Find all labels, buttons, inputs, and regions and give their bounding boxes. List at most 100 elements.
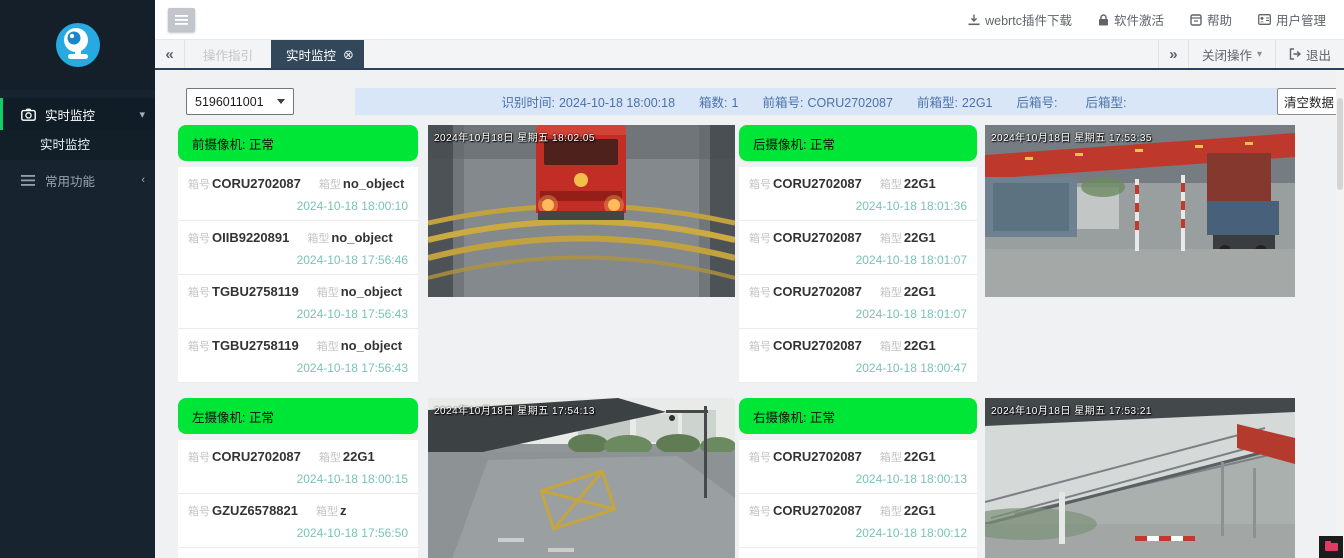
box-type-value: 22G1 [343,449,375,464]
scrollbar-thumb[interactable] [1337,98,1343,190]
webrtc-plugin-download-link[interactable]: webrtc插件下载 [968,10,1072,29]
box-type-label: 箱型 [880,503,902,519]
link-label: webrtc插件下载 [985,10,1072,29]
rear-camera-video[interactable]: 2024年10月18日 星期五 17:53:35 [985,125,1295,297]
sidebar-toggle-button[interactable] [168,8,195,32]
tabs-scroll-left-button[interactable]: « [155,40,185,68]
record-timestamp: 2024-10-18 18:01:36 [749,199,967,213]
app-root: 实时监控 ▾ 实时监控 常用功能 ‹ webrtc插件下载 [0,0,1344,558]
record-info: 箱号CORU2702087箱型22G1 [188,449,408,465]
software-activation-link[interactable]: 软件激活 [1098,10,1164,29]
record-row[interactable]: 箱号CORU2702087箱型22G12024-10-18 18:01:07 [739,221,977,275]
box-no-label: 箱号 [188,176,210,192]
front-camera-record-list: 箱号CORU2702087箱型no_object 2024-10-18 18:00… [178,167,418,383]
menu-icon [21,175,37,186]
record-row[interactable]: 箱号TGBU2758119箱型no_object2024-10-18 17:56… [178,329,418,383]
box-no-value: CORU2702087 [773,176,862,191]
box-type-value: no_object [341,284,402,299]
box-type-value: 22G1 [904,284,936,299]
box-no-label: 箱号 [188,503,210,519]
floating-widget[interactable] [1319,536,1343,558]
right-camera-video[interactable]: 2024年10月18日 星期五 17:53:21 [985,398,1295,558]
box-no-label: 箱号 [749,230,771,246]
download-icon [968,14,980,26]
record-info: 箱号CORU2702087箱型22G1 [749,176,967,192]
close-operations-dropdown[interactable]: 关闭操作 ▾ [1188,40,1275,68]
box-no-value: CORU2702087 [773,284,862,299]
record-row[interactable]: 箱号CORU2702087箱型22G12024-10-18 18:01:07 [739,275,977,329]
left-camera-video[interactable]: 2024年10月18日 星期五 17:54:13 [428,398,735,558]
box-type-label: 箱型 [880,449,902,465]
rear-camera-panel: 后摄像机: 正常 箱号CORU2702087箱型22G12024-10-18 1… [739,125,977,383]
box-no-value: TGBU2758119 [212,338,299,353]
sidebar-nav: 实时监控 ▾ 实时监控 常用功能 ‹ [0,98,155,196]
sidebar-item-realtime-monitor[interactable]: 实时监控 ▾ [0,98,155,130]
record-row[interactable]: 箱号OIIB9220891箱型no_object2024-10-18 17:56… [178,221,418,275]
video-timestamp-overlay: 2024年10月18日 星期五 18:02:05 [434,129,595,144]
record-timestamp: 2024-10-18 17:56:46 [188,253,408,267]
record-row[interactable]: 箱号CORU2702087箱型22G1 2024-10-18 18:01:36 [739,167,977,221]
record-info: 箱号CORU2702087箱型22G1 [749,230,967,246]
record-row[interactable]: 箱号CORU2702087箱型22G12024-10-18 18:00:13 [739,440,977,494]
record-timestamp: 2024-10-18 18:00:47 [749,361,967,375]
box-no-label: 箱号 [749,503,771,519]
rear-camera-video-frame [985,125,1295,297]
box-no-label: 箱号 [188,230,210,246]
vertical-scrollbar[interactable] [1336,70,1344,558]
close-operations-label: 关闭操作 [1202,45,1252,64]
record-row[interactable]: 箱号CORU2702087箱型22G12024-10-18 18:00:15 [178,440,418,494]
info-field-box-count: 箱数:1 [699,92,738,111]
box-type-value: 22G1 [904,230,936,245]
record-row[interactable]: 箱号TGBU2758119箱型no_object2024-10-18 17:56… [178,275,418,329]
help-link[interactable]: 帮助 [1190,10,1232,29]
record-row[interactable]: 箱号CORU2702087箱型no_object 2024-10-18 18:00… [178,167,418,221]
box-no-label: 箱号 [188,449,210,465]
chevron-left-icon: ‹ [141,174,145,186]
record-row[interactable]: 箱号CORU2702087箱型22G12024-10-18 18:00:12 [739,494,977,548]
controls-row: 5196011001 识别时间:2024-10-18 18:00:18 箱数:1… [186,88,1341,115]
app-logo [0,0,155,90]
user-management-link[interactable]: 用户管理 [1258,10,1326,29]
lock-icon [1098,14,1109,26]
sidebar-item-common-functions[interactable]: 常用功能 ‹ [0,164,155,196]
chevron-down-icon: ▾ [139,108,145,121]
box-no-value: CORU2702087 [773,503,862,518]
box-type-value: 22G1 [904,338,936,353]
right-camera-status-banner: 右摄像机: 正常 [739,398,977,434]
header-links: webrtc插件下载 软件激活 帮助 用户管理 [968,10,1344,29]
record-info: 箱号CORU2702087箱型22G1 [749,338,967,354]
record-timestamp: 2024-10-18 18:00:10 [188,199,408,213]
help-icon [1190,14,1202,26]
tab-realtime-monitor[interactable]: 实时监控 ⊗ [271,40,364,68]
tab-close-icon[interactable]: ⊗ [343,48,354,61]
right-camera-panel: 右摄像机: 正常 箱号CORU2702087箱型22G12024-10-18 1… [739,398,977,558]
rear-camera-record-list: 箱号CORU2702087箱型22G12024-10-18 18:01:36箱号… [739,167,977,383]
box-no-label: 箱号 [749,449,771,465]
tabs-scroll-right-button[interactable]: » [1158,40,1188,68]
record-timestamp: 2024-10-18 18:00:13 [749,472,967,486]
box-no-value: TGBU2758119 [212,284,299,299]
sidebar-subitem-realtime-monitor[interactable]: 实时监控 [0,130,155,160]
link-label: 用户管理 [1276,10,1326,29]
sidebar-item-label: 常用功能 [45,171,95,190]
tab-operation-guide[interactable]: 操作指引 [185,40,271,68]
record-row[interactable]: 箱号CORU2702087箱型22G1 2024-10-18 18:00:47 [739,329,977,383]
chevron-down-icon [277,99,285,104]
sidebar-item-label: 实时监控 [45,105,95,124]
record-row[interactable]: 箱号GZUZ6578821箱型z2024-10-18 17:56:50 [178,494,418,548]
left-camera-video-frame [428,398,735,558]
box-type-value: no_object [343,176,404,191]
box-type-label: 箱型 [319,449,341,465]
record-info: 箱号CORU2702087箱型no_object [188,176,408,192]
box-type-value: 22G1 [904,449,936,464]
info-field-rear-box-no: 后箱号: [1017,92,1062,111]
clear-data-button[interactable]: 清空数据 [1277,88,1341,115]
device-select[interactable]: 5196011001 [186,88,294,115]
front-camera-panel: 前摄像机: 正常 箱号CORU2702087箱型no_object2024-10… [178,125,418,383]
front-camera-video[interactable]: 2024年10月18日 星期五 18:02:05 [428,125,735,297]
exit-button[interactable]: 退出 [1275,40,1344,68]
front-camera-video-frame [428,125,735,297]
tab-label: 实时监控 [286,45,336,64]
link-label: 软件激活 [1114,10,1164,29]
info-field-front-box-type: 前箱型:22G1 [917,92,993,111]
